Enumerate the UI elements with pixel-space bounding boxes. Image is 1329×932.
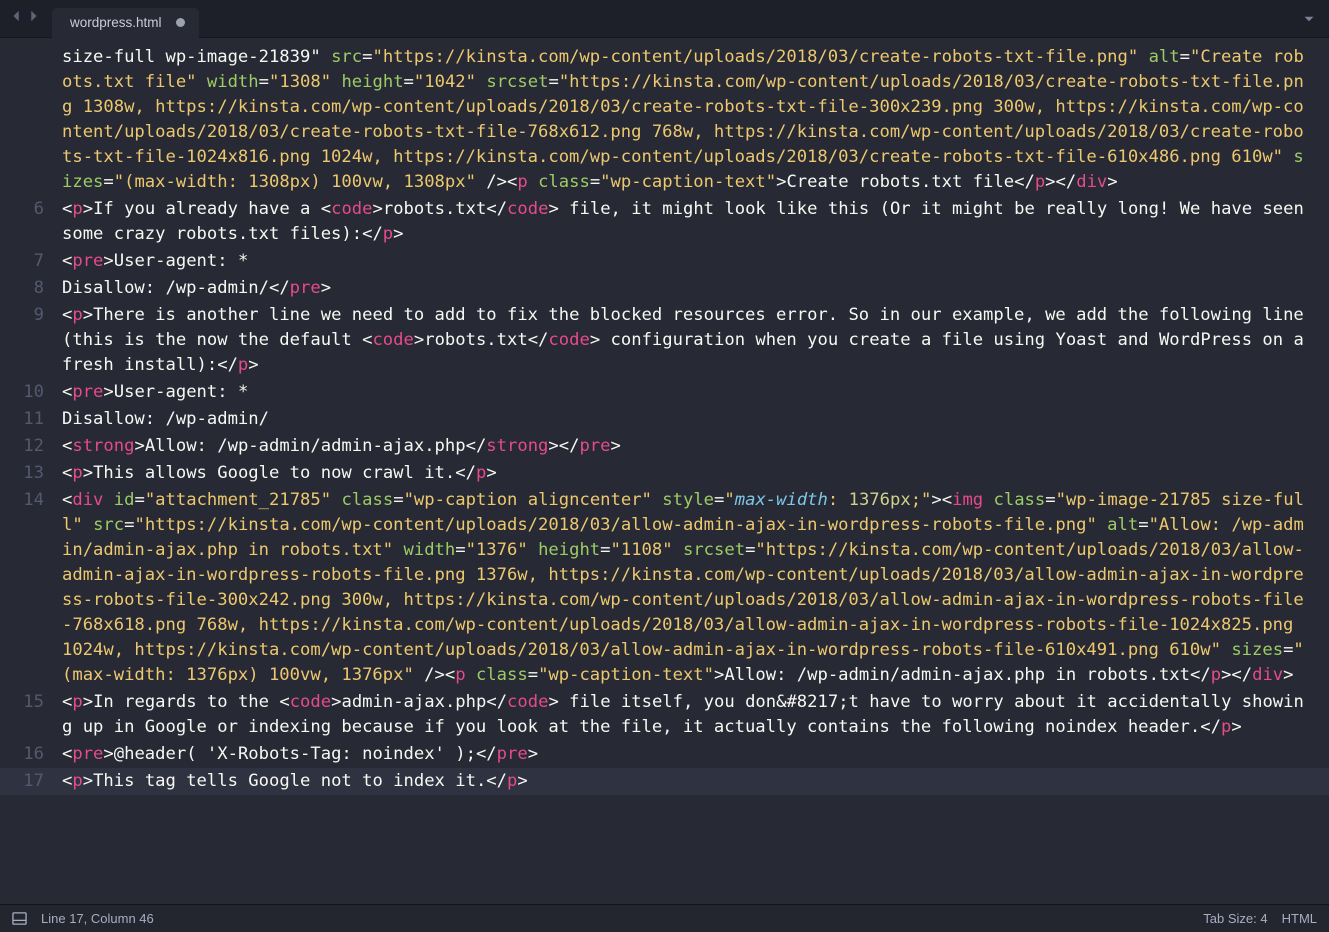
code-line[interactable]: 9<p>There is another line we need to add… (0, 302, 1329, 379)
line-number (0, 44, 56, 196)
code-line[interactable]: size-full wp-image-21839" src="https://k… (0, 44, 1329, 196)
line-source[interactable]: <p>There is another line we need to add … (56, 302, 1329, 379)
status-tab-size[interactable]: Tab Size: 4 (1203, 906, 1267, 931)
code-table: size-full wp-image-21839" src="https://k… (0, 44, 1329, 795)
code-line[interactable]: 8Disallow: /wp-admin/</pre> (0, 275, 1329, 302)
line-source[interactable]: size-full wp-image-21839" src="https://k… (56, 44, 1329, 196)
status-cursor-position[interactable]: Line 17, Column 46 (41, 906, 154, 931)
code-line[interactable]: 10<pre>User-agent: * (0, 379, 1329, 406)
line-source[interactable]: <div id="attachment_21785" class="wp-cap… (56, 487, 1329, 689)
code-line[interactable]: 15<p>In regards to the <code>admin-ajax.… (0, 689, 1329, 741)
code-scroll-area[interactable]: size-full wp-image-21839" src="https://k… (0, 38, 1329, 904)
code-line[interactable]: 13<p>This allows Google to now crawl it.… (0, 460, 1329, 487)
line-source[interactable]: <pre>User-agent: * (56, 248, 1329, 275)
line-source[interactable]: <pre>User-agent: * (56, 379, 1329, 406)
line-source[interactable]: <p>This allows Google to now crawl it.</… (56, 460, 1329, 487)
code-line[interactable]: 14<div id="attachment_21785" class="wp-c… (0, 487, 1329, 689)
line-source[interactable]: <pre>@header( 'X-Robots-Tag: noindex' );… (56, 741, 1329, 768)
tab-overflow-button[interactable] (1289, 0, 1329, 37)
code-line[interactable]: 11Disallow: /wp-admin/ (0, 406, 1329, 433)
code-line[interactable]: 7<pre>User-agent: * (0, 248, 1329, 275)
tab-bar: wordpress.html (0, 0, 1329, 38)
line-source[interactable]: <p>In regards to the <code>admin-ajax.ph… (56, 689, 1329, 741)
line-number: 11 (0, 406, 56, 433)
nav-back-icon[interactable] (10, 6, 24, 31)
line-number: 7 (0, 248, 56, 275)
line-source[interactable]: Disallow: /wp-admin/ (56, 406, 1329, 433)
line-number: 15 (0, 689, 56, 741)
line-number: 16 (0, 741, 56, 768)
code-line[interactable]: 17<p>This tag tells Google not to index … (0, 768, 1329, 795)
app-window: wordpress.html size-full wp-image-21839"… (0, 0, 1329, 932)
panel-switcher-icon[interactable] (12, 911, 27, 926)
nav-forward-icon[interactable] (26, 6, 40, 31)
line-source[interactable]: <strong>Allow: /wp-admin/admin-ajax.php<… (56, 433, 1329, 460)
code-line[interactable]: 12<strong>Allow: /wp-admin/admin-ajax.ph… (0, 433, 1329, 460)
tab-label: wordpress.html (70, 10, 162, 35)
line-number: 10 (0, 379, 56, 406)
status-syntax[interactable]: HTML (1282, 906, 1317, 931)
line-number: 9 (0, 302, 56, 379)
line-number: 6 (0, 196, 56, 248)
line-number: 13 (0, 460, 56, 487)
editor: size-full wp-image-21839" src="https://k… (0, 38, 1329, 904)
line-number: 14 (0, 487, 56, 689)
line-number: 8 (0, 275, 56, 302)
tab-wordpress-html[interactable]: wordpress.html (52, 8, 199, 38)
code-line[interactable]: 16<pre>@header( 'X-Robots-Tag: noindex' … (0, 741, 1329, 768)
status-bar: Line 17, Column 46 Tab Size: 4 HTML (0, 904, 1329, 932)
code-line[interactable]: 6<p>If you already have a <code>robots.t… (0, 196, 1329, 248)
line-number: 12 (0, 433, 56, 460)
history-nav (6, 0, 46, 37)
line-number: 17 (0, 768, 56, 795)
line-source[interactable]: <p>This tag tells Google not to index it… (56, 768, 1329, 795)
tab-dirty-indicator-icon (176, 18, 185, 27)
line-source[interactable]: <p>If you already have a <code>robots.tx… (56, 196, 1329, 248)
line-source[interactable]: Disallow: /wp-admin/</pre> (56, 275, 1329, 302)
